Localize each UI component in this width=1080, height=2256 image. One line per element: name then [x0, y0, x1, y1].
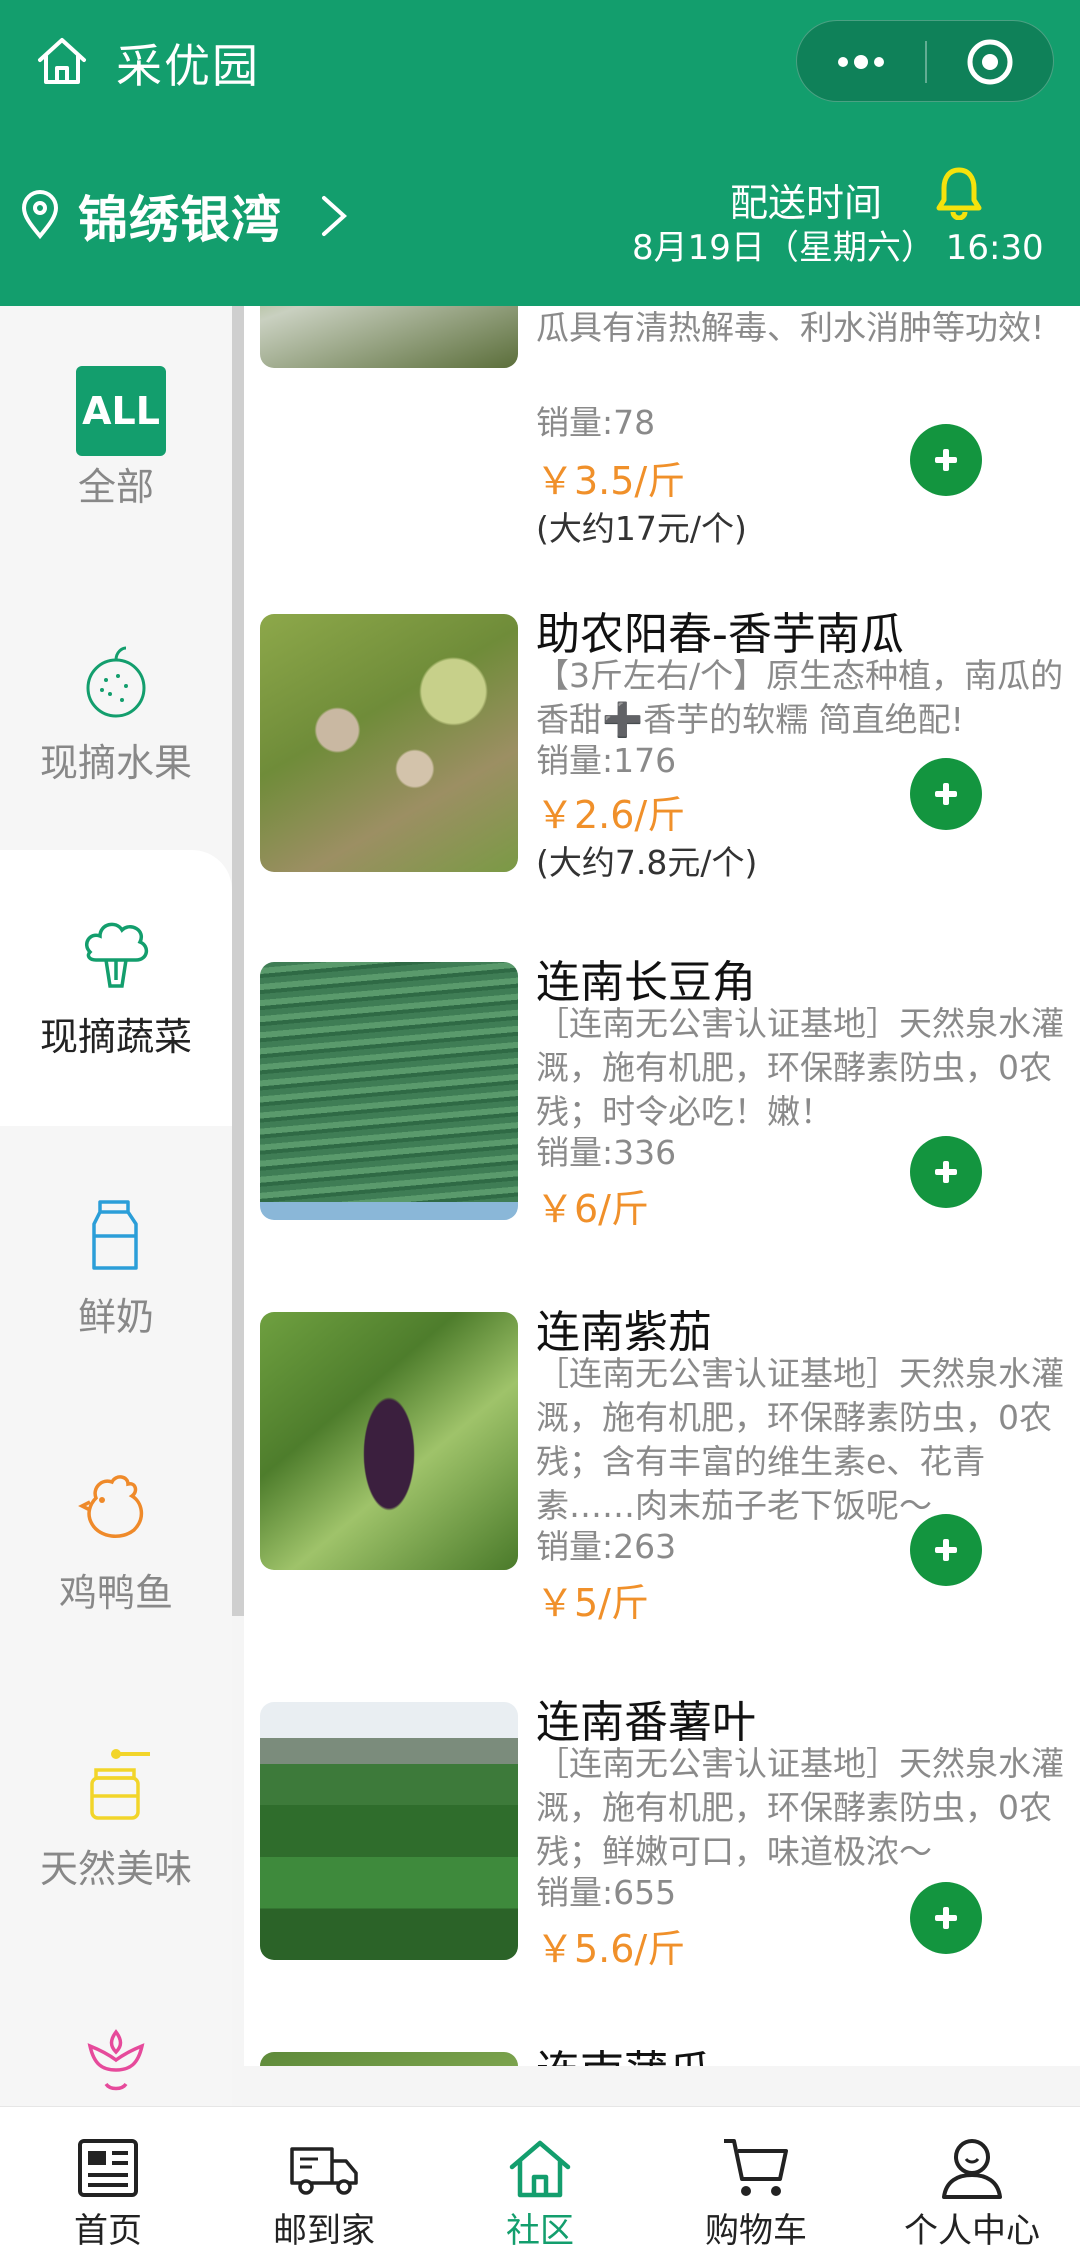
category-sidebar: ALL 全部 现摘水果 现摘蔬菜 鲜奶 鸡鸭鱼 天然美味	[0, 306, 232, 2106]
person-icon	[942, 2139, 1002, 2199]
tab-mail-home[interactable]: 邮到家	[216, 2107, 432, 2256]
tab-home[interactable]: 首页	[0, 2107, 216, 2256]
product-name[interactable]: 连南紫茄	[536, 1296, 712, 1360]
newspaper-icon	[78, 2139, 138, 2197]
sidebar-item-label: 鸡鸭鱼	[58, 1571, 173, 1615]
sidebar-item-label: 天然美味	[39, 1847, 192, 1891]
rooster-icon	[78, 1475, 144, 1538]
bottom-tab-bar: 首页 邮到家 社区 购物车 个人中心	[0, 2106, 1080, 2256]
honey-jar-icon	[90, 1749, 150, 1820]
sidebar-item-all[interactable]: ALL 全部	[0, 306, 232, 582]
product-name[interactable]: 连南长豆角	[536, 946, 756, 1010]
add-to-cart-button[interactable]	[910, 1514, 982, 1586]
sidebar-item-label: 现摘蔬菜	[39, 1015, 192, 1059]
cart-icon	[724, 2139, 788, 2196]
sidebar-item-poultry-fish[interactable]: 鸡鸭鱼	[0, 1412, 232, 1688]
home-icon	[509, 2140, 571, 2198]
all-badge-icon: ALL	[76, 366, 166, 456]
tab-label: 首页	[74, 2211, 142, 2251]
sidebar-item-label: 现摘水果	[39, 741, 192, 785]
product-sales: 销量:263	[536, 1527, 677, 1566]
location-pin-icon	[21, 190, 59, 240]
product-list[interactable]: 瓜具有清热解毒、利水消肿等功效! 销量:78 ￥3.5/斤 (大约17元/个) …	[244, 306, 1080, 2066]
product-sales: 销量:78	[536, 403, 656, 442]
sidebar-item-fruit[interactable]: 现摘水果	[0, 582, 232, 858]
product-price: ￥3.5/斤	[536, 459, 686, 503]
product-sales: 销量:336	[536, 1133, 677, 1172]
sidebar-item-label: 鲜奶	[77, 1295, 154, 1339]
product-sales: 销量:655	[536, 1873, 677, 1912]
product-price: ￥6/斤	[536, 1187, 649, 1231]
tab-cart[interactable]: 购物车	[648, 2107, 864, 2256]
header: 采优园 锦绣银湾 配送时间 8月19日（星期六） 16:30	[0, 0, 1080, 306]
bell-icon[interactable]	[934, 164, 984, 220]
add-to-cart-button[interactable]	[910, 758, 982, 830]
tab-label: 购物车	[705, 2211, 807, 2251]
product-approx-price: (大约17元/个)	[536, 509, 747, 548]
mini-program-capsule	[796, 20, 1054, 102]
sidebar-item-milk[interactable]: 鲜奶	[0, 1136, 232, 1412]
add-to-cart-button[interactable]	[910, 424, 982, 496]
tab-label: 社区	[506, 2211, 574, 2251]
product-image[interactable]	[260, 1312, 518, 1570]
app-title: 采优园	[116, 39, 260, 93]
delivery-truck-icon	[290, 2147, 358, 2195]
chevron-right-icon[interactable]	[316, 192, 352, 240]
milk-carton-icon	[92, 1200, 138, 1270]
tab-profile[interactable]: 个人中心	[864, 2107, 1080, 2256]
product-description: 瓜具有清热解毒、利水消肿等功效!	[536, 308, 1045, 347]
more-icon[interactable]	[831, 43, 891, 81]
add-to-cart-button[interactable]	[910, 1882, 982, 1954]
product-name[interactable]: 助农阳春-香芋南瓜	[536, 598, 904, 662]
close-target-icon[interactable]	[965, 37, 1015, 87]
product-price: ￥5.6/斤	[536, 1927, 686, 1971]
delivery-time-value: 8月19日（星期六） 16:30	[632, 228, 1044, 268]
delivery-time-label: 配送时间	[730, 181, 883, 225]
product-image[interactable]	[260, 1702, 518, 1960]
capsule-divider	[925, 41, 927, 83]
location-name[interactable]: 锦绣银湾	[78, 180, 282, 252]
sidebar-item-natural-delicacies[interactable]: 天然美味	[0, 1688, 232, 1964]
broccoli-icon	[85, 922, 149, 988]
flower-icon	[87, 2029, 145, 2091]
product-name[interactable]: 连南番薯叶	[536, 1686, 756, 1750]
product-name[interactable]: 连南蒲瓜	[536, 2036, 712, 2066]
melon-icon	[86, 646, 146, 718]
product-image[interactable]	[260, 306, 518, 368]
sidebar-item-label: 全部	[77, 465, 154, 509]
product-description: 【3斤左右/个】原生态种植，南瓜的香甜➕香芋的软糯 简直绝配!	[536, 656, 1064, 739]
home-icon[interactable]	[34, 32, 90, 88]
sidebar-scrollbar[interactable]	[232, 306, 244, 1616]
sidebar-item-vegetable[interactable]: 现摘蔬菜	[0, 850, 232, 1126]
product-image[interactable]	[260, 614, 518, 872]
product-description: ［连南无公害认证基地］天然泉水灌溉，施有机肥，环保酵素防虫，0农残；时令必吃！嫩…	[536, 1004, 1064, 1131]
sidebar-item-flower[interactable]	[0, 1964, 232, 2104]
tab-label: 邮到家	[273, 2211, 375, 2251]
product-price: ￥5/斤	[536, 1581, 649, 1625]
product-description: ［连南无公害认证基地］天然泉水灌溉，施有机肥，环保酵素防虫，0农残；含有丰富的维…	[536, 1354, 1064, 1525]
add-to-cart-button[interactable]	[910, 1136, 982, 1208]
product-image[interactable]	[260, 962, 518, 1220]
tab-label: 个人中心	[904, 2211, 1040, 2251]
product-sales: 销量:176	[536, 741, 677, 780]
product-image[interactable]	[260, 2052, 518, 2066]
product-approx-price: (大约7.8元/个)	[536, 843, 758, 882]
product-price: ￥2.6/斤	[536, 793, 686, 837]
product-description: ［连南无公害认证基地］天然泉水灌溉，施有机肥，环保酵素防虫，0农残；鲜嫩可口，味…	[536, 1744, 1064, 1871]
tab-community[interactable]: 社区	[432, 2107, 648, 2256]
